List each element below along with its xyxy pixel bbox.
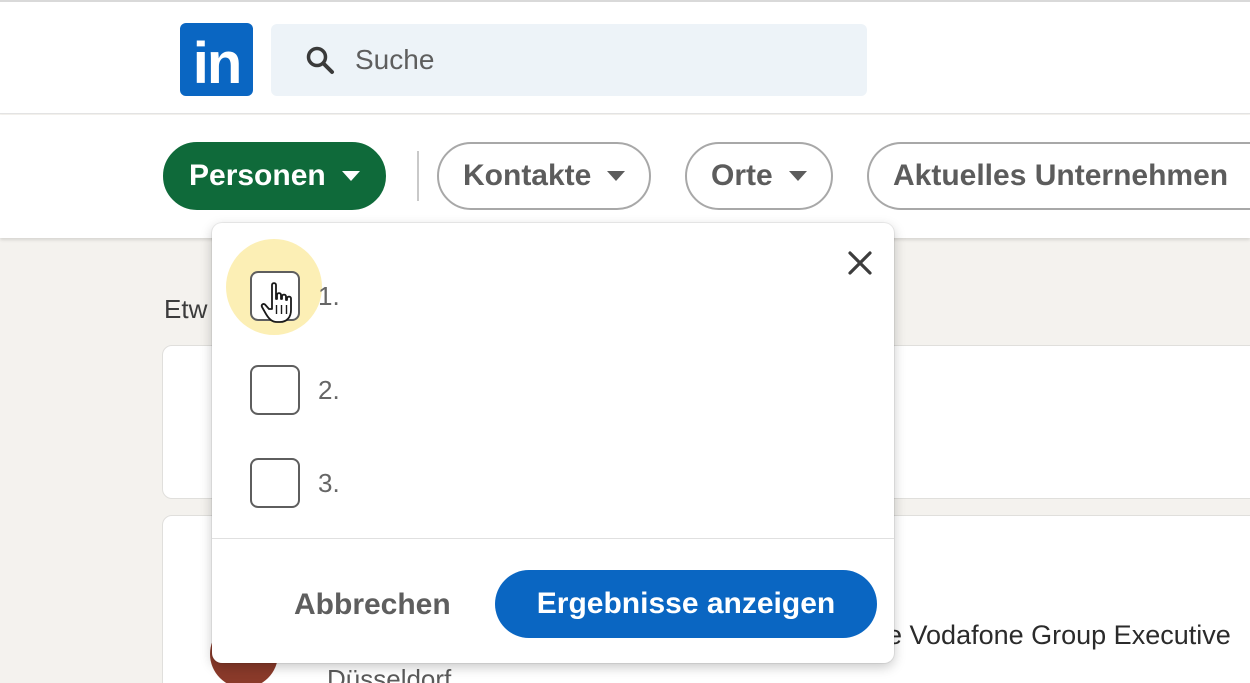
search-filter-bar: Personen Kontakte Orte Aktuelles Unterne… <box>0 115 1250 238</box>
search-icon <box>306 46 334 74</box>
option-label: 2. <box>318 374 340 405</box>
filter-aktuelles-unternehmen[interactable]: Aktuelles Unternehmen <box>867 142 1250 210</box>
option-2nd-degree[interactable]: 2. <box>250 365 340 415</box>
option-label: 3. <box>318 467 340 498</box>
filter-aktuelles-unternehmen-label: Aktuelles Unternehmen <box>893 159 1229 192</box>
connections-filter-dropdown: 1. 2. 3. Abbrechen Ergebnisse anzeigen <box>212 223 894 663</box>
dropdown-divider <box>212 538 894 539</box>
search-input[interactable] <box>355 44 835 76</box>
logo-text: in <box>192 31 243 96</box>
close-button[interactable] <box>842 245 878 281</box>
filter-personen-label: Personen <box>189 159 326 192</box>
search-bar[interactable] <box>271 24 867 96</box>
cancel-button[interactable]: Abbrechen <box>276 573 469 637</box>
filter-personen[interactable]: Personen <box>163 142 386 210</box>
filter-orte-label: Orte <box>711 159 773 192</box>
result-headline: e Vodafone Group Executive <box>887 620 1231 650</box>
option-label: 1. <box>318 280 340 311</box>
results-heading: Etw <box>164 294 208 324</box>
result-location: Düsseldorf <box>327 664 452 683</box>
checkbox-2nd-degree[interactable] <box>250 365 300 415</box>
filter-kontakte-label: Kontakte <box>463 159 592 192</box>
caret-down-icon <box>788 171 807 181</box>
show-results-button[interactable]: Ergebnisse anzeigen <box>495 570 877 638</box>
option-3rd-degree[interactable]: 3. <box>250 458 340 508</box>
caret-down-icon <box>341 171 360 181</box>
caret-down-icon <box>607 171 626 181</box>
filter-divider <box>417 151 419 201</box>
linkedin-logo[interactable]: in <box>180 23 253 96</box>
hand-pointer-icon <box>260 282 292 323</box>
close-icon <box>848 251 872 275</box>
filter-orte[interactable]: Orte <box>685 142 833 210</box>
checkbox-3rd-degree[interactable] <box>250 458 300 508</box>
filter-kontakte[interactable]: Kontakte <box>437 142 652 210</box>
top-navigation-bar: in <box>0 0 1250 114</box>
